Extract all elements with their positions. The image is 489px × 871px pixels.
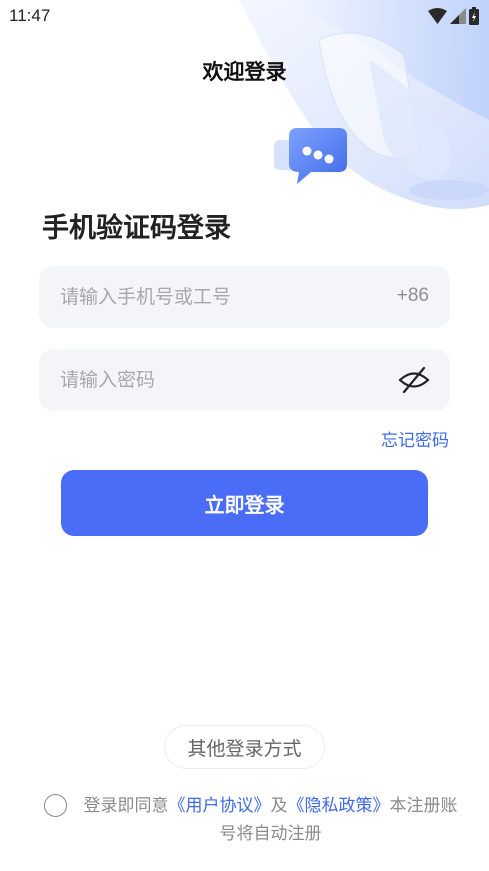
form-heading: 手机验证码登录: [42, 213, 231, 244]
battery-icon: [469, 7, 479, 25]
signal-icon: [450, 8, 466, 24]
phone-input[interactable]: [60, 266, 360, 328]
password-field: [39, 349, 450, 411]
agreement-prefix: 登录即同意: [83, 796, 169, 816]
status-bar: 11:47: [0, 0, 489, 34]
login-button[interactable]: 立即登录: [61, 470, 428, 536]
password-input[interactable]: [60, 349, 360, 411]
status-icons: [428, 7, 479, 25]
page-title: 欢迎登录: [202, 60, 287, 84]
eye-off-icon[interactable]: [398, 365, 430, 395]
agreement-text: 登录即同意《用户协议》及《隐私政策》本注册账号将自动注册: [77, 792, 464, 848]
agree-checkbox[interactable]: [44, 794, 67, 817]
wifi-icon: [428, 8, 447, 24]
country-code[interactable]: +86: [397, 285, 429, 307]
status-time: 11:47: [9, 6, 51, 25]
agreement-conjunction: 及: [270, 796, 288, 816]
phone-field: +86: [39, 266, 450, 328]
user-agreement-link[interactable]: 《用户协议》: [169, 796, 271, 816]
forgot-password-link[interactable]: 忘记密码: [381, 426, 449, 451]
other-login-button[interactable]: 其他登录方式: [164, 725, 325, 769]
privacy-policy-link[interactable]: 《隐私政策》: [288, 796, 390, 816]
